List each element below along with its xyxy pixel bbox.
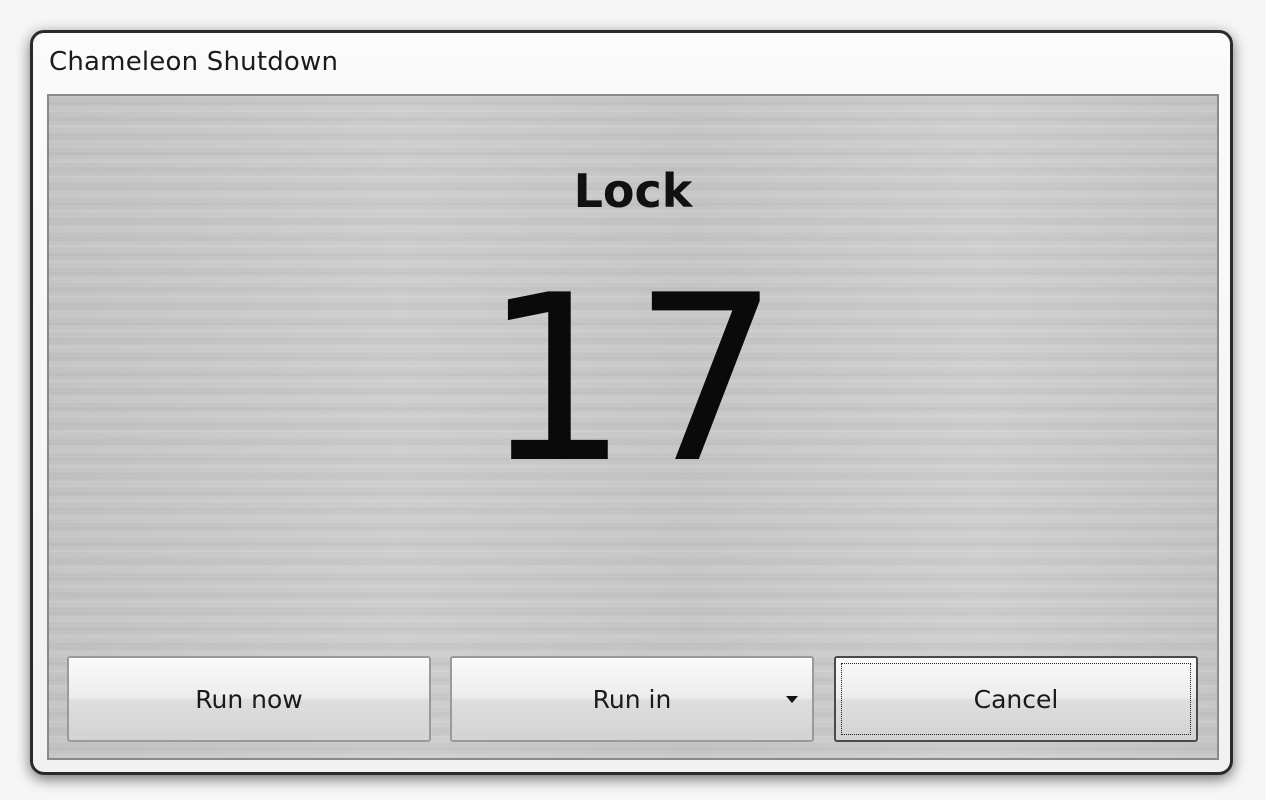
chevron-down-icon[interactable]	[786, 696, 798, 703]
run-now-label: Run now	[195, 684, 303, 714]
run-now-button[interactable]: Run now	[67, 656, 431, 742]
action-label: Lock	[573, 164, 693, 218]
window-title: Chameleon Shutdown	[49, 47, 339, 77]
cancel-label: Cancel	[973, 684, 1059, 714]
cancel-button[interactable]: Cancel	[834, 656, 1198, 742]
run-in-label: Run in	[592, 684, 672, 714]
countdown-timer: 17	[482, 247, 784, 514]
run-in-button[interactable]: Run in	[450, 656, 814, 742]
dialog-window: Chameleon Shutdown Lock 17 Run now Run i…	[30, 30, 1233, 775]
title-bar[interactable]: Chameleon Shutdown	[33, 33, 1230, 93]
brushed-metal-panel: Lock 17 Run now Run in Cancel	[47, 94, 1219, 760]
